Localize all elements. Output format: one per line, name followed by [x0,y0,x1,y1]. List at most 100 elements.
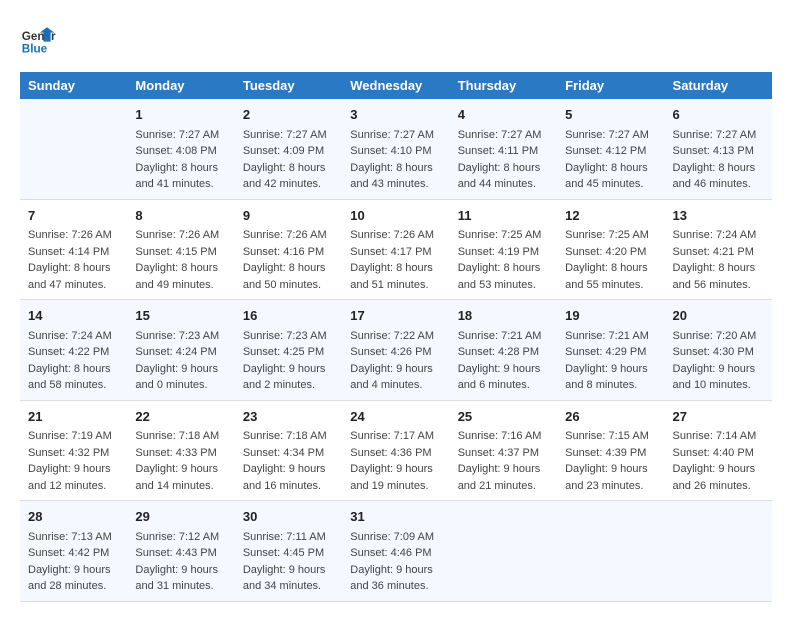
calendar-cell [557,501,664,602]
day-number: 21 [28,407,119,427]
day-number: 26 [565,407,656,427]
day-info: Sunrise: 7:27 AMSunset: 4:09 PMDaylight:… [243,127,334,193]
calendar-cell: 6Sunrise: 7:27 AMSunset: 4:13 PMDaylight… [665,99,772,199]
day-info: Sunrise: 7:18 AMSunset: 4:33 PMDaylight:… [135,428,226,494]
calendar-cell: 7Sunrise: 7:26 AMSunset: 4:14 PMDaylight… [20,199,127,300]
day-number: 2 [243,105,334,125]
calendar-cell: 30Sunrise: 7:11 AMSunset: 4:45 PMDayligh… [235,501,342,602]
week-row-1: 7Sunrise: 7:26 AMSunset: 4:14 PMDaylight… [20,199,772,300]
day-number: 24 [350,407,441,427]
day-info: Sunrise: 7:17 AMSunset: 4:36 PMDaylight:… [350,428,441,494]
day-number: 16 [243,306,334,326]
day-number: 20 [673,306,764,326]
day-number: 13 [673,206,764,226]
day-info: Sunrise: 7:23 AMSunset: 4:25 PMDaylight:… [243,328,334,394]
day-info: Sunrise: 7:24 AMSunset: 4:22 PMDaylight:… [28,328,119,394]
day-number: 29 [135,507,226,527]
day-number: 10 [350,206,441,226]
day-info: Sunrise: 7:22 AMSunset: 4:26 PMDaylight:… [350,328,441,394]
day-info: Sunrise: 7:26 AMSunset: 4:15 PMDaylight:… [135,227,226,293]
day-number: 4 [458,105,549,125]
day-number: 14 [28,306,119,326]
day-info: Sunrise: 7:26 AMSunset: 4:17 PMDaylight:… [350,227,441,293]
svg-text:Blue: Blue [22,42,48,55]
day-number: 30 [243,507,334,527]
day-info: Sunrise: 7:21 AMSunset: 4:28 PMDaylight:… [458,328,549,394]
calendar-cell: 8Sunrise: 7:26 AMSunset: 4:15 PMDaylight… [127,199,234,300]
day-number: 19 [565,306,656,326]
col-header-wednesday: Wednesday [342,72,449,99]
day-number: 12 [565,206,656,226]
calendar-cell: 26Sunrise: 7:15 AMSunset: 4:39 PMDayligh… [557,400,664,501]
day-info: Sunrise: 7:25 AMSunset: 4:19 PMDaylight:… [458,227,549,293]
calendar-cell: 5Sunrise: 7:27 AMSunset: 4:12 PMDaylight… [557,99,664,199]
logo-icon: General Blue [20,20,56,56]
calendar-cell [450,501,557,602]
logo: General Blue [20,20,56,56]
calendar-cell: 23Sunrise: 7:18 AMSunset: 4:34 PMDayligh… [235,400,342,501]
calendar-cell: 4Sunrise: 7:27 AMSunset: 4:11 PMDaylight… [450,99,557,199]
calendar-cell [665,501,772,602]
calendar-cell: 19Sunrise: 7:21 AMSunset: 4:29 PMDayligh… [557,300,664,401]
day-info: Sunrise: 7:23 AMSunset: 4:24 PMDaylight:… [135,328,226,394]
col-header-monday: Monday [127,72,234,99]
calendar-cell: 3Sunrise: 7:27 AMSunset: 4:10 PMDaylight… [342,99,449,199]
day-number: 28 [28,507,119,527]
calendar-cell: 13Sunrise: 7:24 AMSunset: 4:21 PMDayligh… [665,199,772,300]
week-row-2: 14Sunrise: 7:24 AMSunset: 4:22 PMDayligh… [20,300,772,401]
calendar-cell: 9Sunrise: 7:26 AMSunset: 4:16 PMDaylight… [235,199,342,300]
col-header-thursday: Thursday [450,72,557,99]
day-info: Sunrise: 7:27 AMSunset: 4:13 PMDaylight:… [673,127,764,193]
calendar-cell: 28Sunrise: 7:13 AMSunset: 4:42 PMDayligh… [20,501,127,602]
day-info: Sunrise: 7:18 AMSunset: 4:34 PMDaylight:… [243,428,334,494]
day-info: Sunrise: 7:27 AMSunset: 4:08 PMDaylight:… [135,127,226,193]
header-row: SundayMondayTuesdayWednesdayThursdayFrid… [20,72,772,99]
calendar-cell: 18Sunrise: 7:21 AMSunset: 4:28 PMDayligh… [450,300,557,401]
day-info: Sunrise: 7:16 AMSunset: 4:37 PMDaylight:… [458,428,549,494]
calendar-cell: 29Sunrise: 7:12 AMSunset: 4:43 PMDayligh… [127,501,234,602]
day-number: 25 [458,407,549,427]
calendar-cell: 31Sunrise: 7:09 AMSunset: 4:46 PMDayligh… [342,501,449,602]
page-header: General Blue [20,20,772,56]
col-header-sunday: Sunday [20,72,127,99]
calendar-cell: 12Sunrise: 7:25 AMSunset: 4:20 PMDayligh… [557,199,664,300]
day-number: 17 [350,306,441,326]
day-info: Sunrise: 7:09 AMSunset: 4:46 PMDaylight:… [350,529,441,595]
calendar-cell: 17Sunrise: 7:22 AMSunset: 4:26 PMDayligh… [342,300,449,401]
calendar-cell: 27Sunrise: 7:14 AMSunset: 4:40 PMDayligh… [665,400,772,501]
calendar-cell: 14Sunrise: 7:24 AMSunset: 4:22 PMDayligh… [20,300,127,401]
col-header-friday: Friday [557,72,664,99]
calendar-cell: 22Sunrise: 7:18 AMSunset: 4:33 PMDayligh… [127,400,234,501]
day-info: Sunrise: 7:19 AMSunset: 4:32 PMDaylight:… [28,428,119,494]
day-info: Sunrise: 7:26 AMSunset: 4:16 PMDaylight:… [243,227,334,293]
calendar-cell [20,99,127,199]
calendar-cell: 24Sunrise: 7:17 AMSunset: 4:36 PMDayligh… [342,400,449,501]
day-number: 1 [135,105,226,125]
week-row-3: 21Sunrise: 7:19 AMSunset: 4:32 PMDayligh… [20,400,772,501]
day-info: Sunrise: 7:27 AMSunset: 4:12 PMDaylight:… [565,127,656,193]
day-info: Sunrise: 7:27 AMSunset: 4:10 PMDaylight:… [350,127,441,193]
day-number: 6 [673,105,764,125]
day-number: 7 [28,206,119,226]
day-info: Sunrise: 7:25 AMSunset: 4:20 PMDaylight:… [565,227,656,293]
day-info: Sunrise: 7:27 AMSunset: 4:11 PMDaylight:… [458,127,549,193]
day-number: 11 [458,206,549,226]
day-number: 8 [135,206,226,226]
day-info: Sunrise: 7:14 AMSunset: 4:40 PMDaylight:… [673,428,764,494]
calendar-cell: 21Sunrise: 7:19 AMSunset: 4:32 PMDayligh… [20,400,127,501]
day-info: Sunrise: 7:12 AMSunset: 4:43 PMDaylight:… [135,529,226,595]
day-info: Sunrise: 7:15 AMSunset: 4:39 PMDaylight:… [565,428,656,494]
day-number: 3 [350,105,441,125]
calendar-cell: 20Sunrise: 7:20 AMSunset: 4:30 PMDayligh… [665,300,772,401]
day-info: Sunrise: 7:13 AMSunset: 4:42 PMDaylight:… [28,529,119,595]
day-number: 18 [458,306,549,326]
day-info: Sunrise: 7:21 AMSunset: 4:29 PMDaylight:… [565,328,656,394]
week-row-4: 28Sunrise: 7:13 AMSunset: 4:42 PMDayligh… [20,501,772,602]
day-number: 9 [243,206,334,226]
day-number: 15 [135,306,226,326]
col-header-saturday: Saturday [665,72,772,99]
calendar-cell: 10Sunrise: 7:26 AMSunset: 4:17 PMDayligh… [342,199,449,300]
calendar-cell: 15Sunrise: 7:23 AMSunset: 4:24 PMDayligh… [127,300,234,401]
calendar-cell: 2Sunrise: 7:27 AMSunset: 4:09 PMDaylight… [235,99,342,199]
calendar-cell: 25Sunrise: 7:16 AMSunset: 4:37 PMDayligh… [450,400,557,501]
